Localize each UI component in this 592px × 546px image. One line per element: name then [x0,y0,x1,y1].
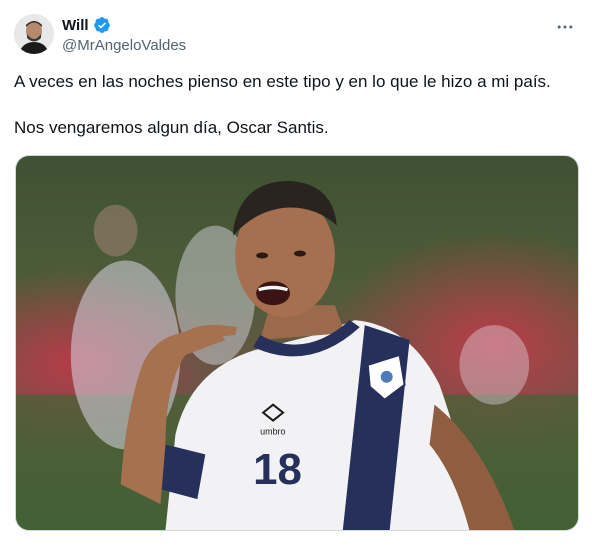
user-avatar-icon [14,14,54,54]
tweet-paragraph: Nos vengaremos algun día, Oscar Santis. [14,118,329,137]
jersey-number: 18 [253,445,302,494]
name-row: Will [62,15,111,35]
avatar[interactable] [14,14,54,54]
jersey-brand: umbro [260,427,285,437]
player-celebration-photo: umbro 18 [16,156,578,530]
user-handle[interactable]: @MrAngeloValdes [62,37,186,54]
tweet-text: A veces en las noches pienso en este tip… [14,70,574,139]
tweet-card: Will @MrAngeloValdes A veces en las noch… [0,0,592,546]
more-dots-icon [557,25,573,29]
more-options-button[interactable] [552,14,578,40]
tweet-media-image[interactable]: umbro 18 [15,155,579,531]
display-name[interactable]: Will [62,17,89,34]
tweet-paragraph: A veces en las noches pienso en este tip… [14,72,551,91]
verified-badge-icon [93,17,110,33]
